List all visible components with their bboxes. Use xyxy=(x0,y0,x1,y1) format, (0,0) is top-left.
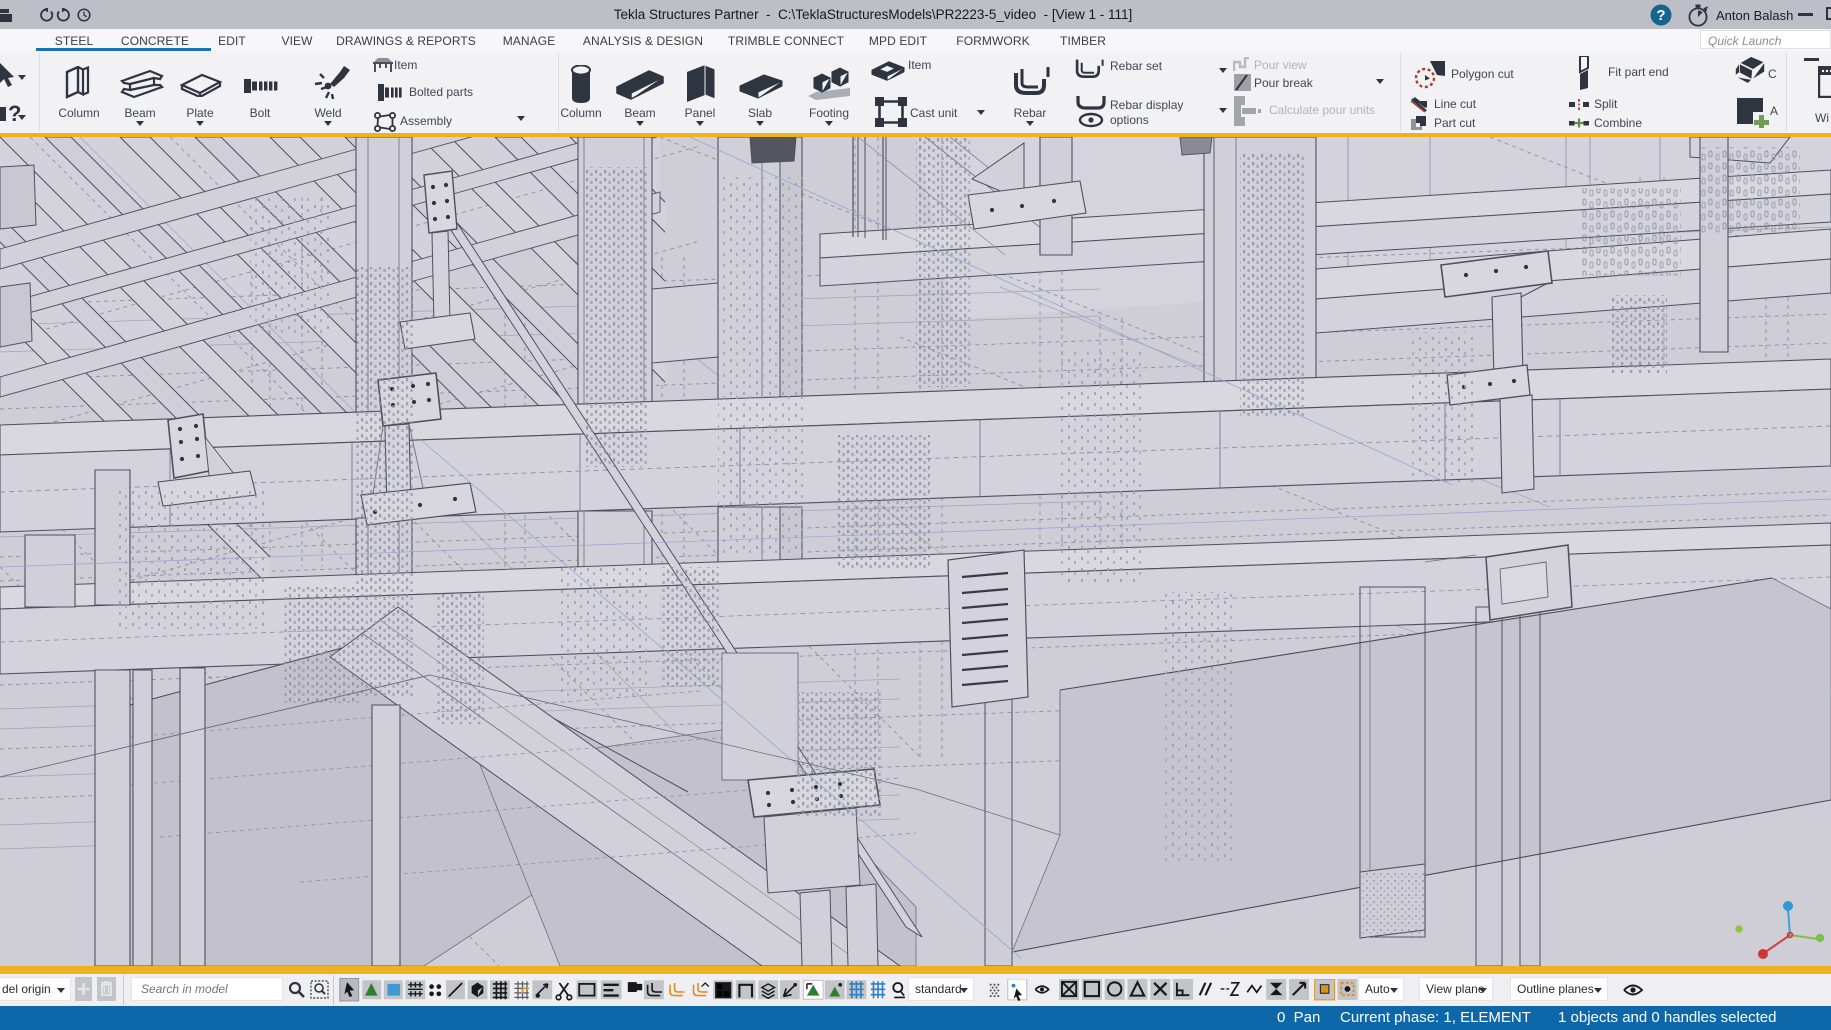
svg-text:?: ? xyxy=(1656,7,1665,24)
svg-text:?: ? xyxy=(8,101,21,126)
